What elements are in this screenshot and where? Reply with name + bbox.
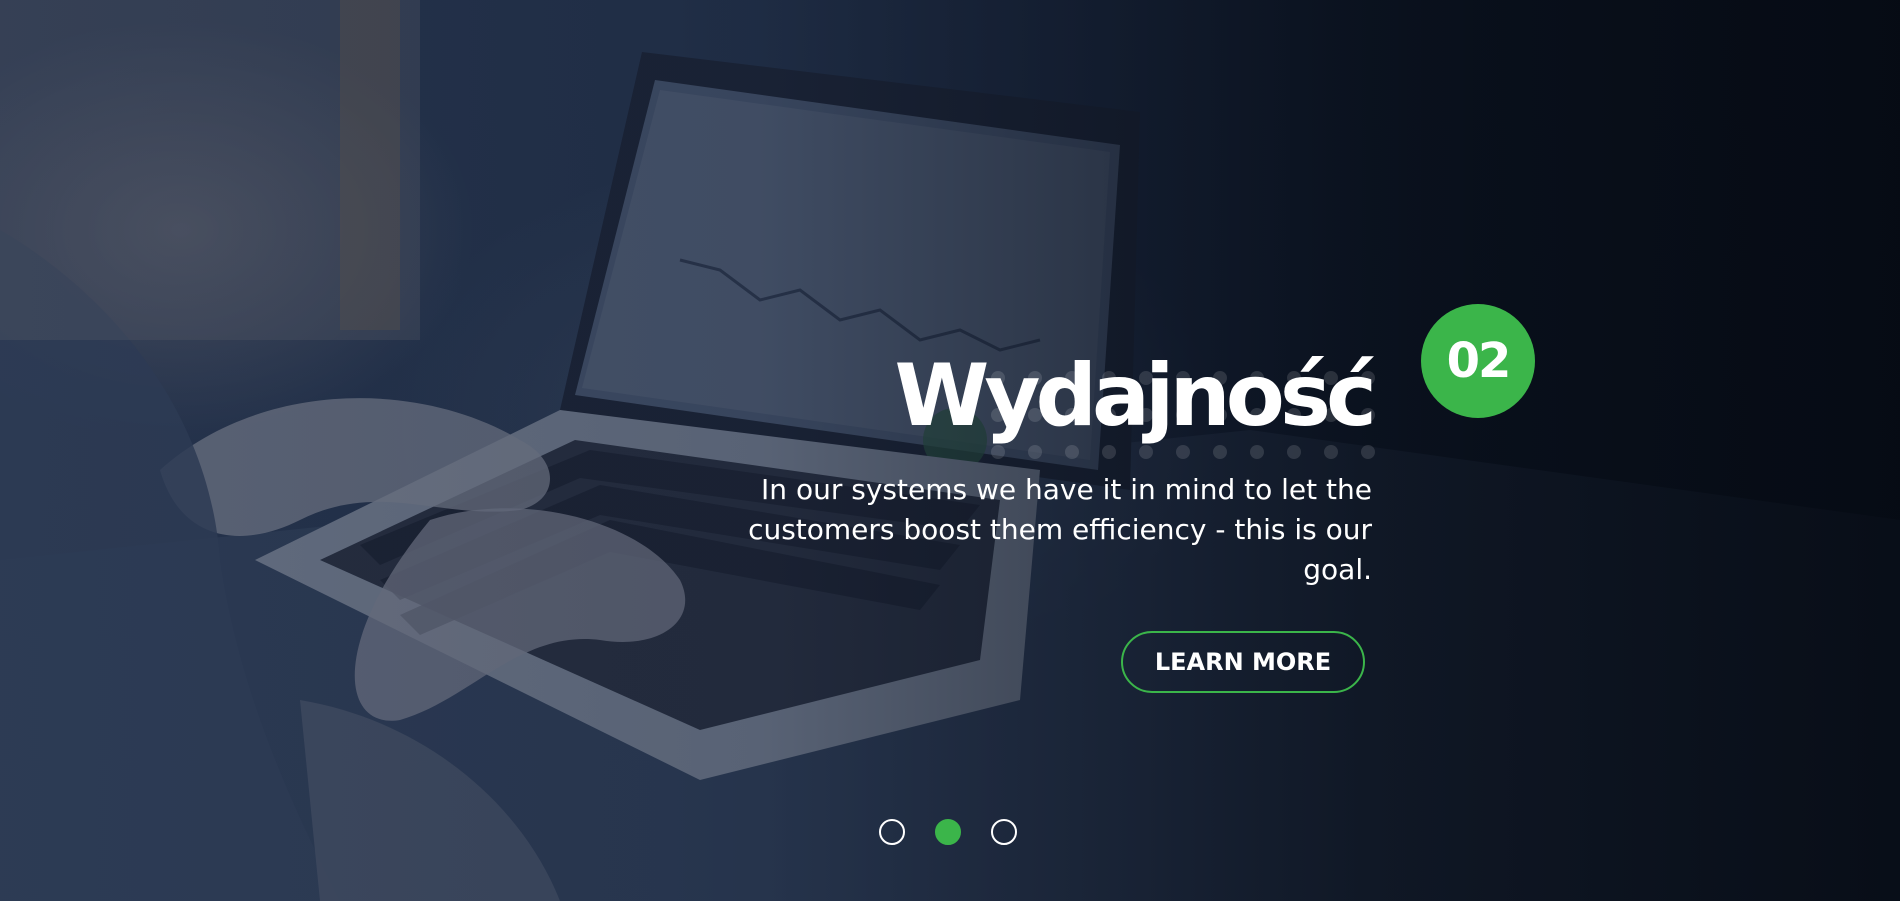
slide-title: Wydajność	[894, 346, 1377, 446]
learn-more-button[interactable]: LEARN MORE	[1121, 631, 1365, 693]
pagination-dot-2[interactable]	[935, 819, 961, 845]
pagination-dot-3[interactable]	[991, 819, 1017, 845]
hero-slider: 02 Wydajność In our systems we have it i…	[0, 0, 1900, 901]
dark-overlay	[0, 0, 1900, 901]
pagination-dot-1[interactable]	[879, 819, 905, 845]
slide-number-badge: 02	[1421, 304, 1535, 418]
slider-pagination	[879, 819, 1017, 845]
slide-description: In our systems we have it in mind to let…	[748, 473, 1372, 586]
